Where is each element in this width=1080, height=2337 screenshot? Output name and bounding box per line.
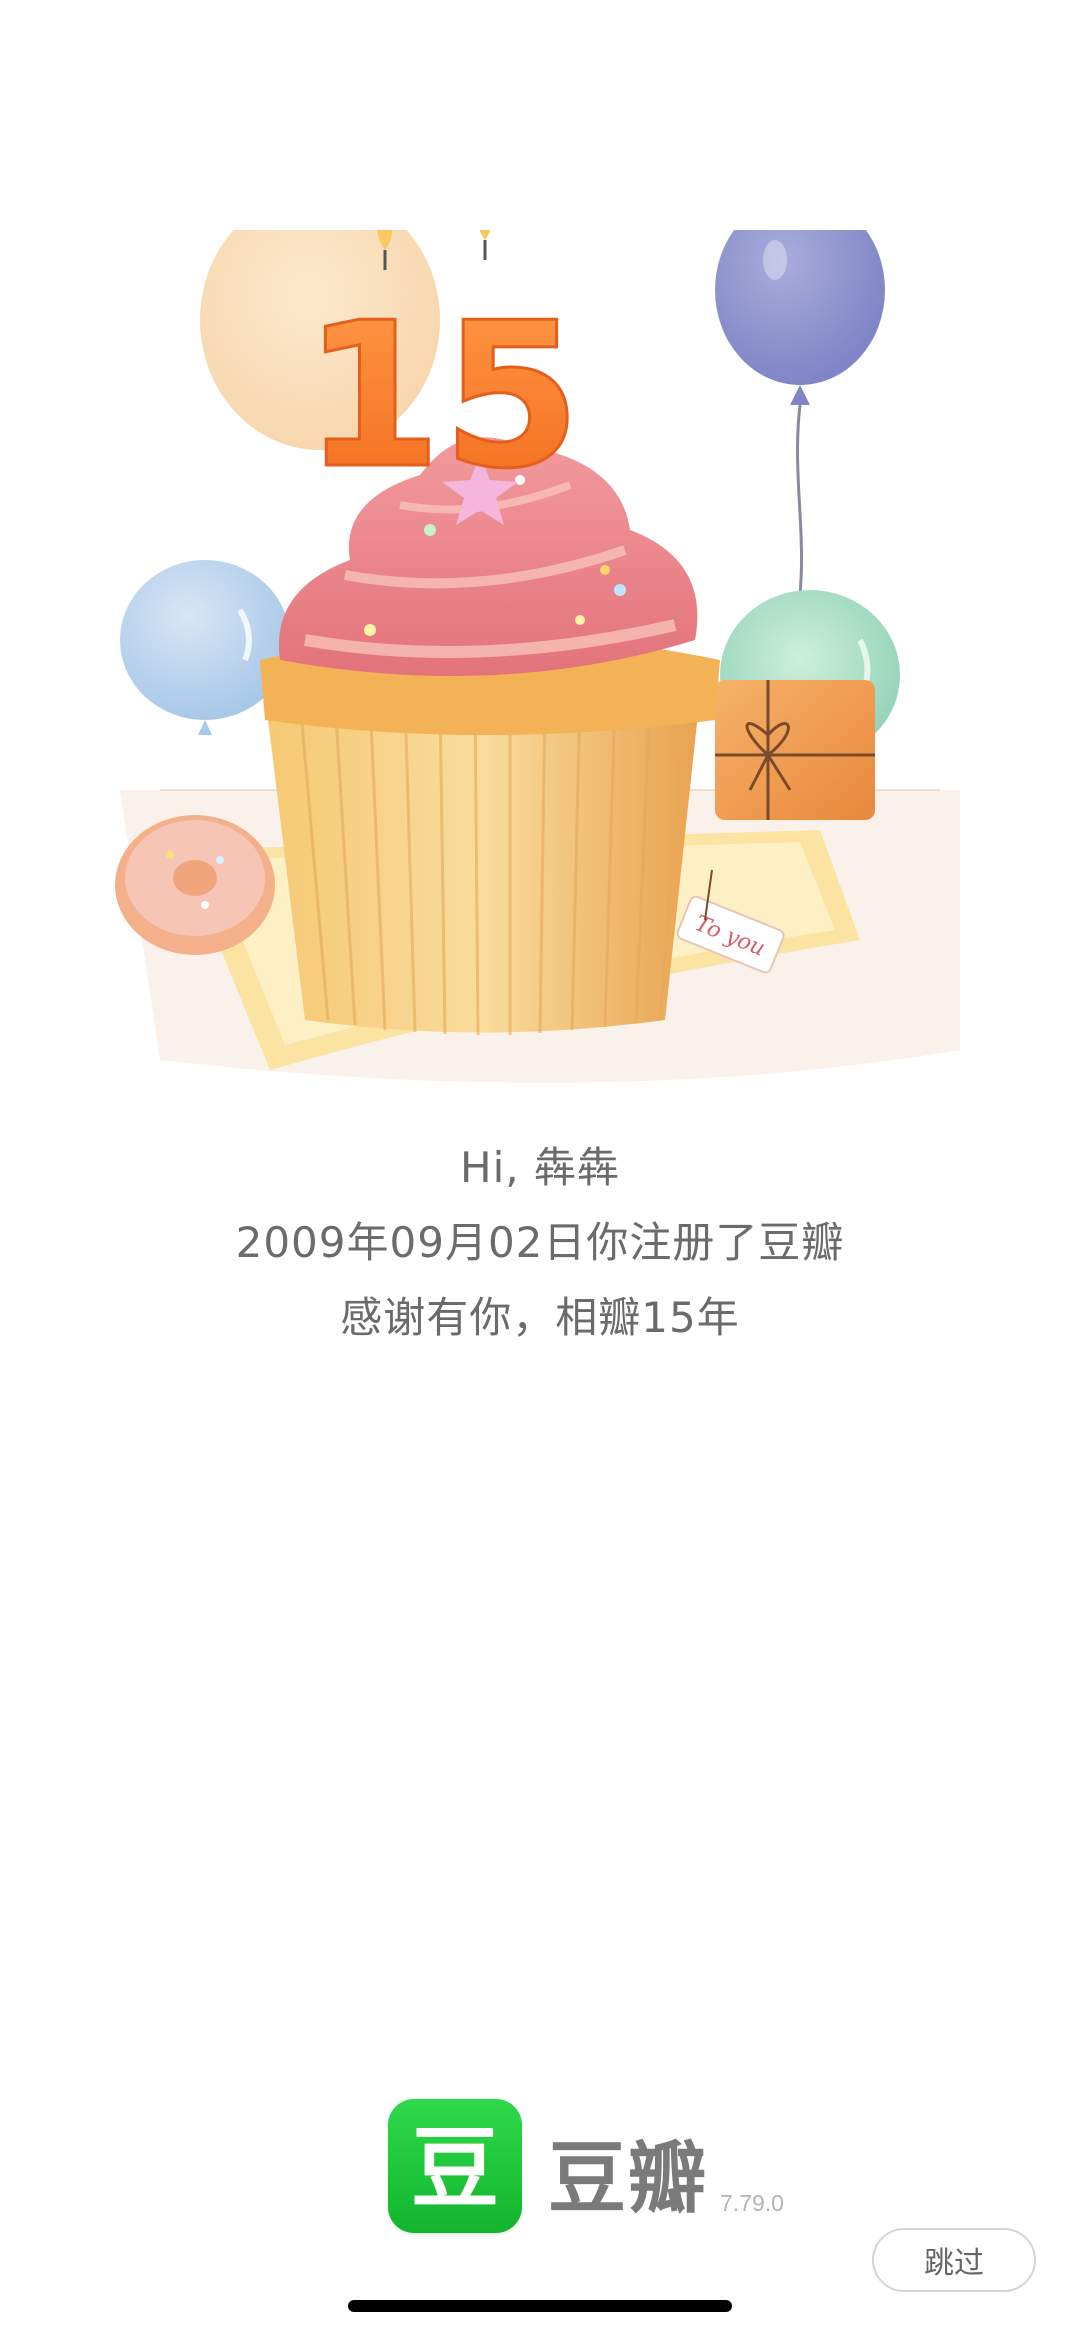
app-name: 豆瓣 (548, 2134, 709, 2224)
greeting-name: Hi, 犇犇 (460, 1143, 620, 1192)
purple-balloon (715, 230, 885, 651)
cupcake (260, 437, 720, 1036)
candle-number: 15 (303, 280, 581, 513)
birthday-cupcake-illustration: To you 15 (115, 230, 960, 1083)
splash-screen: To you 15 Hi, 犇犇 2009年09月02日你注册了豆瓣 感谢有你，… (0, 0, 1080, 2337)
donut (115, 815, 275, 955)
douban-logo-icon: 豆 (388, 2099, 522, 2233)
app-brand: 豆 豆瓣 7.79.0 (388, 2098, 784, 2233)
skip-button[interactable]: 跳过 (872, 2228, 1036, 2292)
logo-glyph: 豆 (411, 2117, 499, 2220)
registration-date: 2009年09月02日你注册了豆瓣 (235, 1218, 845, 1267)
home-indicator[interactable] (348, 2300, 732, 2312)
app-version: 7.79.0 (720, 2190, 784, 2216)
thanks-message: 感谢有你，相瓣15年 (340, 1293, 740, 1342)
greeting-block: Hi, 犇犇 2009年09月02日你注册了豆瓣 感谢有你，相瓣15年 (0, 1130, 1080, 1355)
